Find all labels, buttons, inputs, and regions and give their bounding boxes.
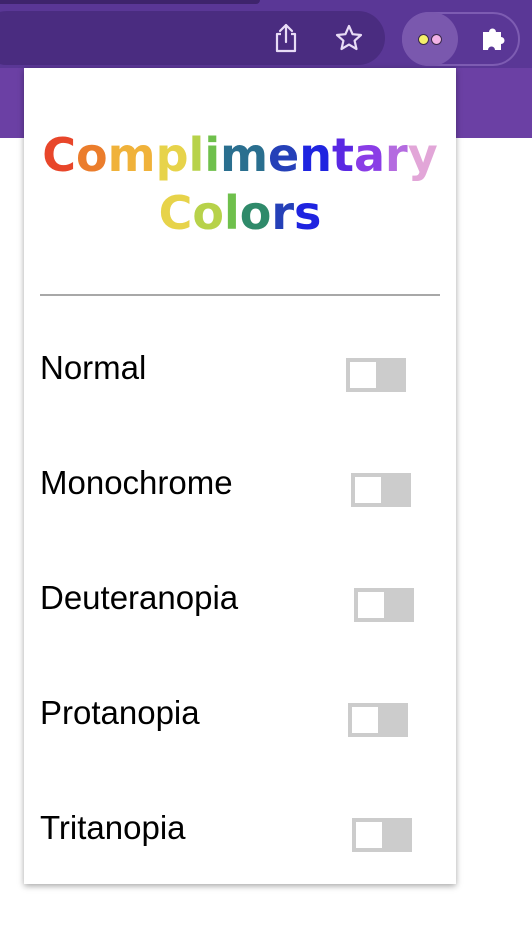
option-label: Tritanopia: [40, 809, 186, 846]
title-letter: C: [158, 186, 193, 240]
title-letter: a: [353, 128, 386, 182]
title-line-1: Complimentary: [24, 126, 456, 184]
star-icon[interactable]: [331, 20, 367, 56]
title-letter: C: [42, 128, 77, 182]
star-icon-glyph: [335, 24, 363, 51]
deuteranopia-toggle[interactable]: [354, 588, 414, 622]
title-letter: s: [294, 186, 322, 240]
option-label: Monochrome: [40, 464, 233, 501]
address-bar[interactable]: [0, 11, 385, 65]
title-letter: e: [268, 128, 300, 182]
toggle-knob: [356, 822, 382, 848]
toggle-knob: [350, 362, 376, 388]
tritanopia-toggle[interactable]: [352, 818, 412, 852]
option-protanopia: Protanopia: [40, 693, 440, 737]
yellow-dot-icon: [418, 33, 429, 45]
divider: [40, 294, 440, 296]
title-line-2: Colors: [24, 184, 456, 242]
option-deuteranopia: Deuteranopia: [40, 578, 440, 622]
option-label: Normal: [40, 349, 147, 386]
tab-edge: [0, 0, 260, 4]
share-icon[interactable]: [268, 20, 304, 56]
title-letter: l: [223, 186, 240, 240]
title-letter: m: [220, 128, 269, 182]
option-label: Deuteranopia: [40, 579, 239, 616]
popup-title: Complimentary Colors: [24, 126, 456, 242]
title-letter: r: [271, 186, 295, 240]
title-letter: o: [239, 186, 272, 240]
toggle-knob: [358, 592, 384, 618]
option-normal: Normal: [40, 348, 440, 392]
puzzle-icon[interactable]: [476, 20, 512, 56]
monochrome-toggle[interactable]: [351, 473, 411, 507]
title-letter: p: [155, 128, 189, 182]
title-letter: t: [331, 128, 354, 182]
option-monochrome: Monochrome: [40, 463, 440, 507]
toggle-knob: [352, 707, 378, 733]
extension-popup: Complimentary Colors Normal Monochrome D…: [24, 68, 456, 884]
title-letter: o: [192, 186, 224, 240]
title-letter: r: [385, 128, 408, 182]
title-letter: l: [188, 128, 205, 182]
option-label: Protanopia: [40, 694, 200, 731]
title-letter: i: [204, 128, 221, 182]
title-letter: o: [76, 128, 108, 182]
protanopia-toggle[interactable]: [348, 703, 408, 737]
title-letter: n: [299, 128, 332, 182]
title-letter: m: [107, 128, 156, 182]
extension-icon[interactable]: [402, 12, 458, 66]
title-letter: y: [407, 128, 438, 182]
normal-toggle[interactable]: [346, 358, 406, 392]
pink-dot-icon: [431, 33, 442, 45]
puzzle-icon-glyph: [483, 28, 505, 50]
share-icon-glyph: [275, 23, 297, 53]
option-tritanopia: Tritanopia: [40, 808, 440, 852]
toggle-knob: [355, 477, 381, 503]
